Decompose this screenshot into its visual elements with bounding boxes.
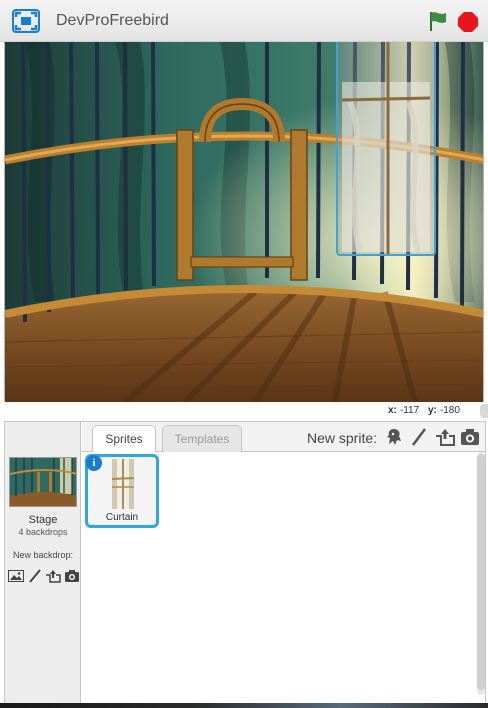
- tab-templates[interactable]: Templates: [162, 425, 242, 452]
- camera-icon[interactable]: [64, 569, 80, 583]
- curtain-sprite-on-stage[interactable]: [336, 42, 436, 256]
- scrollbar-thumb[interactable]: [477, 454, 485, 690]
- stop-icon[interactable]: [457, 11, 479, 33]
- sprite-tile-curtain[interactable]: i Curtain: [85, 454, 159, 528]
- collapse-handle[interactable]: [480, 404, 488, 418]
- x-value: -117: [399, 405, 420, 416]
- paint-library-icon[interactable]: [8, 569, 25, 583]
- sprite-thumbnail: [110, 459, 136, 509]
- camera-icon[interactable]: [460, 428, 480, 446]
- sprite-tabs-bar: Sprites Templates New sprite:: [82, 422, 485, 453]
- sprite-library-icon[interactable]: [384, 428, 404, 446]
- bottom-strip: [0, 703, 488, 708]
- x-label: x:: [388, 405, 397, 416]
- y-value: -180: [439, 405, 460, 416]
- sprite-pane: Stage 4 backdrops New backdrop: Sprites …: [4, 421, 486, 708]
- upload-icon[interactable]: [45, 569, 61, 583]
- stage-panel: Stage 4 backdrops New backdrop:: [5, 422, 81, 707]
- sprite-name: Curtain: [105, 512, 139, 523]
- mouse-coordinates: x: -117 y: -180: [388, 405, 466, 416]
- stage-label: Stage: [28, 514, 58, 526]
- info-icon[interactable]: i: [86, 455, 102, 471]
- new-backdrop-label: New backdrop:: [12, 550, 74, 560]
- new-sprite-tools: [384, 427, 480, 447]
- stage-canvas[interactable]: [4, 42, 484, 402]
- upload-icon[interactable]: [435, 428, 455, 446]
- title-bar: DevProFreebird: [0, 0, 488, 42]
- y-label: y:: [427, 405, 437, 416]
- green-flag-icon[interactable]: [428, 10, 448, 32]
- sprite-list: i Curtain: [82, 452, 485, 707]
- sprite-list-scrollbar[interactable]: [477, 452, 485, 695]
- fullscreen-icon[interactable]: [12, 9, 40, 33]
- project-title: DevProFreebird: [56, 12, 169, 29]
- backdrop-count: 4 backdrops: [18, 527, 68, 537]
- paintbrush-icon[interactable]: [27, 569, 43, 583]
- stage-thumbnail[interactable]: [9, 457, 77, 507]
- tab-sprites[interactable]: Sprites: [92, 425, 156, 453]
- new-sprite-label: New sprite:: [307, 430, 378, 446]
- paintbrush-icon[interactable]: [409, 428, 429, 446]
- new-backdrop-tools: [7, 568, 81, 584]
